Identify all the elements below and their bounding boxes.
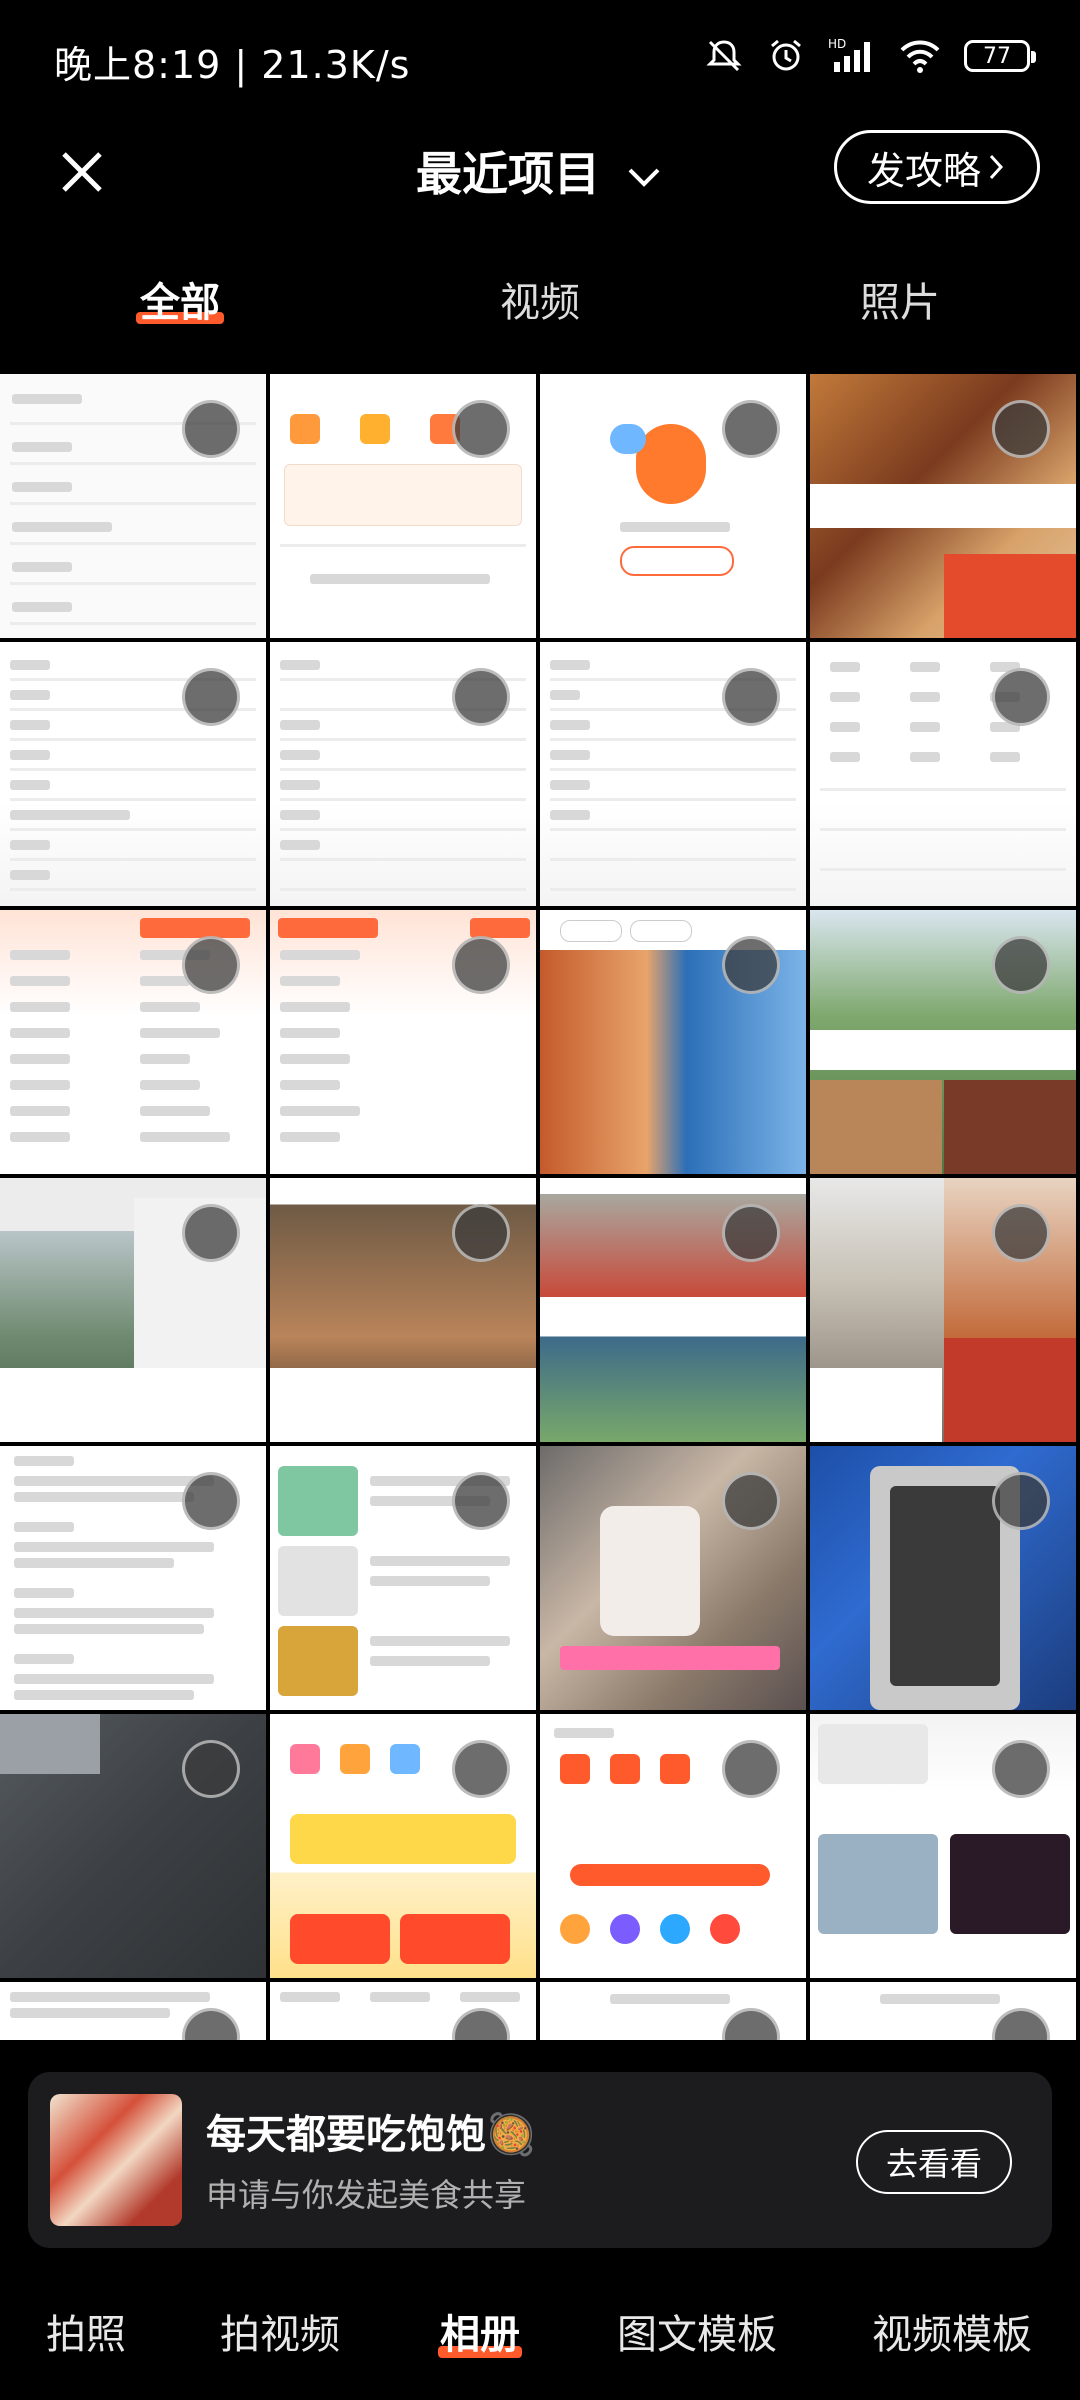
select-circle[interactable] bbox=[722, 1740, 780, 1798]
select-circle[interactable] bbox=[452, 1472, 510, 1530]
select-circle[interactable] bbox=[992, 1204, 1050, 1262]
media-thumb-food-search[interactable] bbox=[540, 910, 806, 1174]
media-thumb-food[interactable] bbox=[810, 374, 1076, 638]
food-share-title: 每天都要吃饱饱🥘 bbox=[206, 2112, 536, 2158]
header: 最近项目 发攻略 bbox=[0, 120, 1080, 230]
tab-photo-label: 照片 bbox=[860, 280, 940, 326]
battery-level: 77 bbox=[983, 43, 1011, 69]
media-thumb-recommend[interactable] bbox=[540, 1982, 806, 2040]
food-share-thumbnail bbox=[50, 2094, 182, 2226]
status-bar: 晚上8:19 | 21.3K/s HD 77 bbox=[0, 0, 1080, 120]
media-thumb-park-notes[interactable] bbox=[0, 1178, 266, 1442]
media-thumb-cafe-notes[interactable] bbox=[810, 1178, 1076, 1442]
food-share-subtitle: 申请与你发起美食共享 bbox=[206, 2176, 527, 2214]
select-circle[interactable] bbox=[992, 400, 1050, 458]
media-grid bbox=[0, 374, 1080, 2040]
select-circle[interactable] bbox=[452, 936, 510, 994]
select-circle[interactable] bbox=[722, 936, 780, 994]
tab-video[interactable]: 视频 bbox=[500, 270, 580, 328]
tab-photo[interactable]: 照片 bbox=[860, 270, 940, 328]
select-circle[interactable] bbox=[182, 668, 240, 726]
nav-photo[interactable]: 拍照 bbox=[46, 2302, 126, 2360]
select-circle[interactable] bbox=[182, 1204, 240, 1262]
select-circle[interactable] bbox=[992, 2008, 1050, 2040]
media-thumb-settings[interactable] bbox=[0, 374, 266, 638]
media-thumb-phone-repair[interactable] bbox=[810, 1446, 1076, 1710]
mute-icon bbox=[706, 40, 742, 72]
media-thumb-district-index[interactable] bbox=[540, 642, 806, 906]
media-thumb-travel-rank[interactable] bbox=[270, 910, 536, 1174]
hd-signal-icon: HD bbox=[828, 37, 870, 72]
status-icons: HD 77 bbox=[704, 36, 1036, 76]
select-circle[interactable] bbox=[722, 668, 780, 726]
bottom-nav: 拍照 拍视频 相册 图文模板 视频模板 bbox=[0, 2280, 1080, 2380]
select-circle[interactable] bbox=[452, 1204, 510, 1262]
battery-icon: 77 bbox=[964, 40, 1036, 72]
media-thumb-old-street[interactable] bbox=[270, 1178, 536, 1442]
media-thumb-privacy[interactable] bbox=[0, 1446, 266, 1710]
media-thumb-laptop-prices[interactable] bbox=[0, 1982, 266, 2040]
tab-video-label: 视频 bbox=[500, 280, 580, 326]
select-circle[interactable] bbox=[452, 668, 510, 726]
select-circle[interactable] bbox=[722, 1472, 780, 1530]
go-see-button[interactable]: 去看看 bbox=[855, 2130, 1012, 2194]
media-tabs: 全部 视频 照片 bbox=[0, 250, 1080, 350]
select-circle[interactable] bbox=[992, 1740, 1050, 1798]
select-circle[interactable] bbox=[992, 668, 1050, 726]
media-thumb-orders[interactable] bbox=[270, 374, 536, 638]
select-circle[interactable] bbox=[182, 936, 240, 994]
wifi-icon bbox=[900, 40, 940, 73]
media-thumb-province-index[interactable] bbox=[810, 642, 1076, 906]
select-circle[interactable] bbox=[722, 400, 780, 458]
select-circle[interactable] bbox=[182, 1472, 240, 1530]
select-circle[interactable] bbox=[452, 2008, 510, 2040]
status-time: 晚上8:19 | 21.3K/s bbox=[54, 43, 411, 87]
publish-guide-button[interactable]: 发攻略 bbox=[833, 130, 1040, 204]
chevron-right-icon bbox=[989, 154, 1004, 180]
chevron-down-icon bbox=[628, 168, 660, 187]
media-thumb-deals[interactable] bbox=[270, 1982, 536, 2040]
media-thumb-promo[interactable] bbox=[270, 1714, 536, 1978]
nav-album-label: 相册 bbox=[440, 2312, 520, 2358]
media-thumb-city-index[interactable] bbox=[0, 642, 266, 906]
nav-video-template[interactable]: 视频模板 bbox=[872, 2302, 1032, 2360]
media-thumb-park-photos[interactable] bbox=[810, 910, 1076, 1174]
select-circle[interactable] bbox=[992, 1472, 1050, 1530]
select-circle[interactable] bbox=[722, 2008, 780, 2040]
select-circle[interactable] bbox=[452, 400, 510, 458]
media-thumb-service[interactable] bbox=[540, 1714, 806, 1978]
media-thumb-laptops[interactable] bbox=[810, 1714, 1076, 1978]
nav-album[interactable]: 相册 bbox=[438, 2302, 522, 2360]
media-thumb-phone-hands[interactable] bbox=[540, 1446, 806, 1710]
publish-guide-label: 发攻略 bbox=[866, 148, 981, 193]
select-circle[interactable] bbox=[452, 1740, 510, 1798]
select-circle[interactable] bbox=[182, 1740, 240, 1798]
select-circle[interactable] bbox=[992, 936, 1050, 994]
media-thumb-shopping[interactable] bbox=[270, 1446, 536, 1710]
tab-all-label: 全部 bbox=[140, 280, 220, 326]
album-title: 最近项目 bbox=[415, 147, 600, 201]
media-thumb-hot-spots[interactable] bbox=[0, 910, 266, 1174]
food-share-card[interactable]: 每天都要吃饱饱🥘 申请与你发起美食共享 去看看 bbox=[28, 2072, 1052, 2248]
media-thumb-login[interactable] bbox=[540, 374, 806, 638]
select-circle[interactable] bbox=[722, 1204, 780, 1262]
media-thumb-floor-video[interactable] bbox=[0, 1714, 266, 1978]
tab-all[interactable]: 全部 bbox=[136, 270, 224, 328]
select-circle[interactable] bbox=[182, 2008, 240, 2040]
media-thumb-photo-notes[interactable] bbox=[540, 1178, 806, 1442]
svg-text:HD: HD bbox=[828, 37, 846, 51]
nav-text-template[interactable]: 图文模板 bbox=[617, 2302, 777, 2360]
alarm-icon bbox=[771, 39, 801, 71]
media-thumb-recommend-2[interactable] bbox=[810, 1982, 1076, 2040]
media-thumb-county-index[interactable] bbox=[270, 642, 536, 906]
select-circle[interactable] bbox=[182, 400, 240, 458]
nav-video[interactable]: 拍视频 bbox=[220, 2302, 340, 2360]
